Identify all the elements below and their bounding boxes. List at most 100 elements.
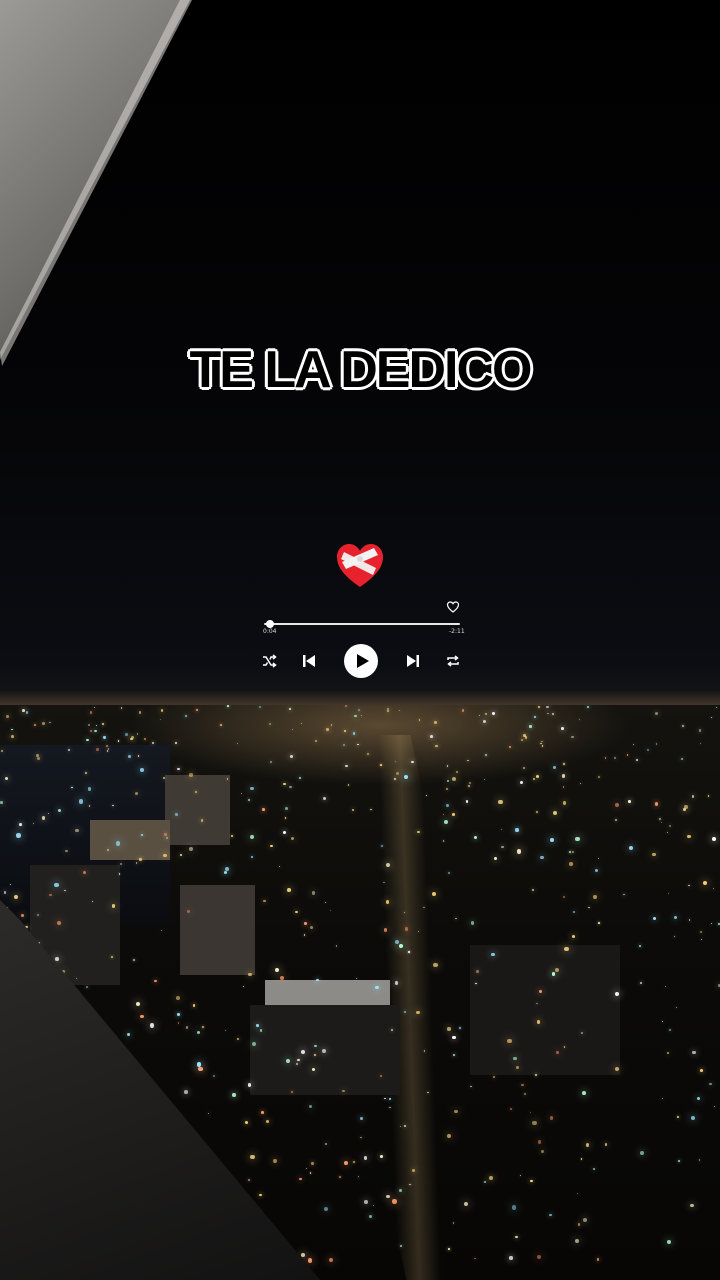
city-light — [322, 797, 326, 800]
city-light — [452, 1222, 455, 1224]
city-light — [520, 780, 524, 785]
city-light — [680, 758, 683, 761]
city-light — [56, 921, 61, 926]
city-light — [534, 1074, 537, 1076]
city-light — [640, 1151, 644, 1156]
progress-track[interactable] — [264, 623, 460, 625]
mending-heart-icon — [337, 544, 383, 587]
city-light — [255, 1024, 259, 1028]
city-light — [353, 1161, 356, 1163]
city-light — [521, 1083, 524, 1087]
city-light — [357, 743, 359, 746]
city-light — [385, 900, 389, 904]
city-light — [278, 865, 281, 868]
city-light — [174, 813, 178, 816]
city-light — [443, 820, 448, 825]
city-light — [304, 922, 307, 925]
city-light — [582, 1091, 587, 1096]
remaining-time: -2:11 — [449, 628, 465, 635]
city-light — [691, 795, 695, 798]
city-light — [330, 724, 333, 726]
city-light — [711, 717, 713, 719]
city-light — [549, 837, 554, 842]
city-light — [311, 890, 316, 895]
city-light — [485, 753, 487, 756]
city-light — [447, 1027, 451, 1031]
city-light — [388, 1097, 392, 1100]
city-light — [412, 1168, 416, 1172]
city-light — [357, 1175, 359, 1177]
next-icon[interactable] — [404, 652, 422, 670]
city-light — [290, 1091, 293, 1094]
city-light — [713, 1105, 716, 1108]
city-light — [593, 894, 597, 899]
city-light — [290, 754, 294, 758]
city-light — [372, 1205, 374, 1207]
city-light — [177, 1013, 180, 1016]
play-button[interactable] — [344, 644, 378, 678]
city-light — [195, 790, 198, 793]
city-light — [515, 828, 519, 832]
city-light — [446, 779, 450, 783]
city-light — [42, 722, 45, 725]
city-light — [96, 748, 99, 751]
city-light — [446, 765, 448, 767]
progress-knob[interactable] — [265, 620, 274, 628]
city-light — [501, 845, 504, 849]
city-light — [512, 1056, 517, 1061]
city-light — [111, 955, 113, 958]
city-light — [408, 951, 410, 953]
city-light — [188, 846, 193, 851]
city-light — [87, 786, 92, 791]
city-light — [533, 716, 536, 718]
city-light — [289, 785, 293, 789]
city-light — [285, 1059, 290, 1064]
city-light — [709, 1082, 712, 1086]
city-light — [163, 854, 167, 858]
city-light — [177, 1022, 180, 1024]
city-light — [458, 1026, 461, 1029]
heart-outline-icon[interactable] — [446, 600, 460, 614]
previous-icon[interactable] — [300, 652, 318, 670]
city-light — [598, 921, 600, 924]
city-light — [700, 931, 703, 934]
city-light — [575, 1238, 580, 1243]
city-light — [446, 1133, 451, 1138]
city-light — [288, 708, 291, 711]
city-light — [268, 723, 271, 726]
repeat-icon[interactable] — [444, 652, 462, 670]
city-light — [418, 719, 421, 721]
shuffle-icon[interactable] — [260, 652, 278, 670]
city-light — [154, 979, 157, 983]
city-light — [578, 719, 580, 721]
city-light — [249, 834, 255, 840]
city-light — [270, 844, 273, 848]
city-light — [470, 1085, 472, 1088]
overlay-title: TE LA DEDICO — [189, 341, 533, 399]
city-light — [597, 857, 600, 860]
city-light — [515, 1235, 518, 1238]
city-light — [715, 707, 717, 709]
city-light — [435, 744, 438, 747]
city-light — [368, 1215, 372, 1219]
city-light — [387, 709, 390, 713]
city-light — [615, 819, 617, 822]
city-light — [509, 745, 512, 749]
city-light — [549, 1213, 552, 1217]
city-light — [511, 1205, 517, 1210]
city-light — [470, 921, 475, 925]
city-light — [383, 927, 388, 932]
city-light — [128, 755, 132, 758]
city-light — [516, 849, 522, 854]
city-light — [160, 930, 163, 932]
city-light — [623, 894, 625, 896]
city-light — [85, 985, 88, 988]
city-light — [160, 709, 164, 713]
city-light — [455, 917, 457, 920]
city-light — [0, 801, 3, 804]
city-light — [698, 729, 702, 732]
city-light — [261, 807, 265, 811]
city-light — [468, 782, 472, 785]
city-light — [283, 782, 286, 786]
city-light — [712, 887, 715, 890]
